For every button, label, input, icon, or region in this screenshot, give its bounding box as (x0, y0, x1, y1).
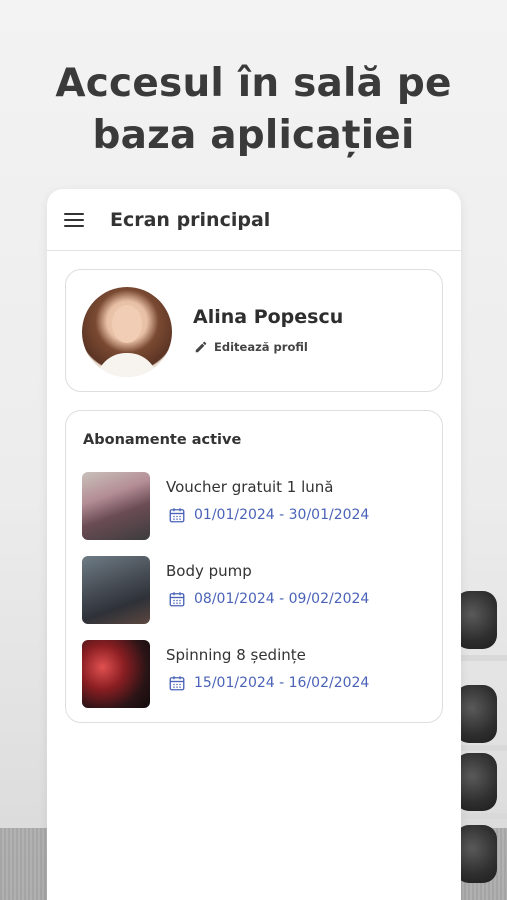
subscription-dates-text: 01/01/2024 - 30/01/2024 (194, 507, 370, 523)
active-subscriptions-card: Abonamente active Voucher gratuit 1 lună… (65, 410, 443, 723)
subscription-thumbnail (82, 556, 150, 624)
pencil-icon (195, 341, 207, 353)
profile-card: Alina Popescu Editează profil (65, 269, 443, 392)
profile-name: Alina Popescu (193, 306, 344, 328)
calendar-icon (169, 508, 185, 523)
dumbbell-rack-image (455, 585, 507, 900)
avatar[interactable] (82, 287, 172, 377)
calendar-icon (169, 676, 185, 691)
edit-profile-label: Editează profil (214, 340, 308, 354)
subscription-name: Body pump (166, 562, 252, 580)
subscription-dates-text: 15/01/2024 - 16/02/2024 (194, 675, 370, 691)
app-bar: Ecran principal (47, 189, 461, 251)
promo-headline: Accesul în sală pe baza aplicației (0, 58, 507, 162)
headline-line-1: Accesul în sală pe (55, 61, 452, 106)
subscription-thumbnail (82, 640, 150, 708)
subscription-item[interactable]: Spinning 8 ședințe 15/01/2024 - 16/02/20… (82, 640, 432, 708)
subscription-thumbnail (82, 472, 150, 540)
subscription-dates: 15/01/2024 - 16/02/2024 (168, 674, 369, 692)
page-title: Ecran principal (110, 208, 271, 231)
hamburger-menu-icon[interactable] (64, 212, 84, 227)
subscription-name: Voucher gratuit 1 lună (166, 478, 334, 496)
headline-line-2: baza aplicației (92, 113, 415, 158)
subscriptions-title: Abonamente active (83, 432, 242, 448)
subscription-item[interactable]: Body pump 08/01/2024 - 09/02/2024 (82, 556, 432, 624)
calendar-icon (169, 592, 185, 607)
subscription-name: Spinning 8 ședințe (166, 646, 306, 664)
subscription-dates: 01/01/2024 - 30/01/2024 (168, 506, 369, 524)
subscription-dates: 08/01/2024 - 09/02/2024 (168, 590, 369, 608)
phone-screen: Ecran principal Alina Popescu Editează p… (47, 189, 461, 900)
edit-profile-link[interactable]: Editează profil (194, 340, 308, 354)
subscription-item[interactable]: Voucher gratuit 1 lună 01/01/2024 - 30/0… (82, 472, 432, 540)
subscription-dates-text: 08/01/2024 - 09/02/2024 (194, 591, 370, 607)
